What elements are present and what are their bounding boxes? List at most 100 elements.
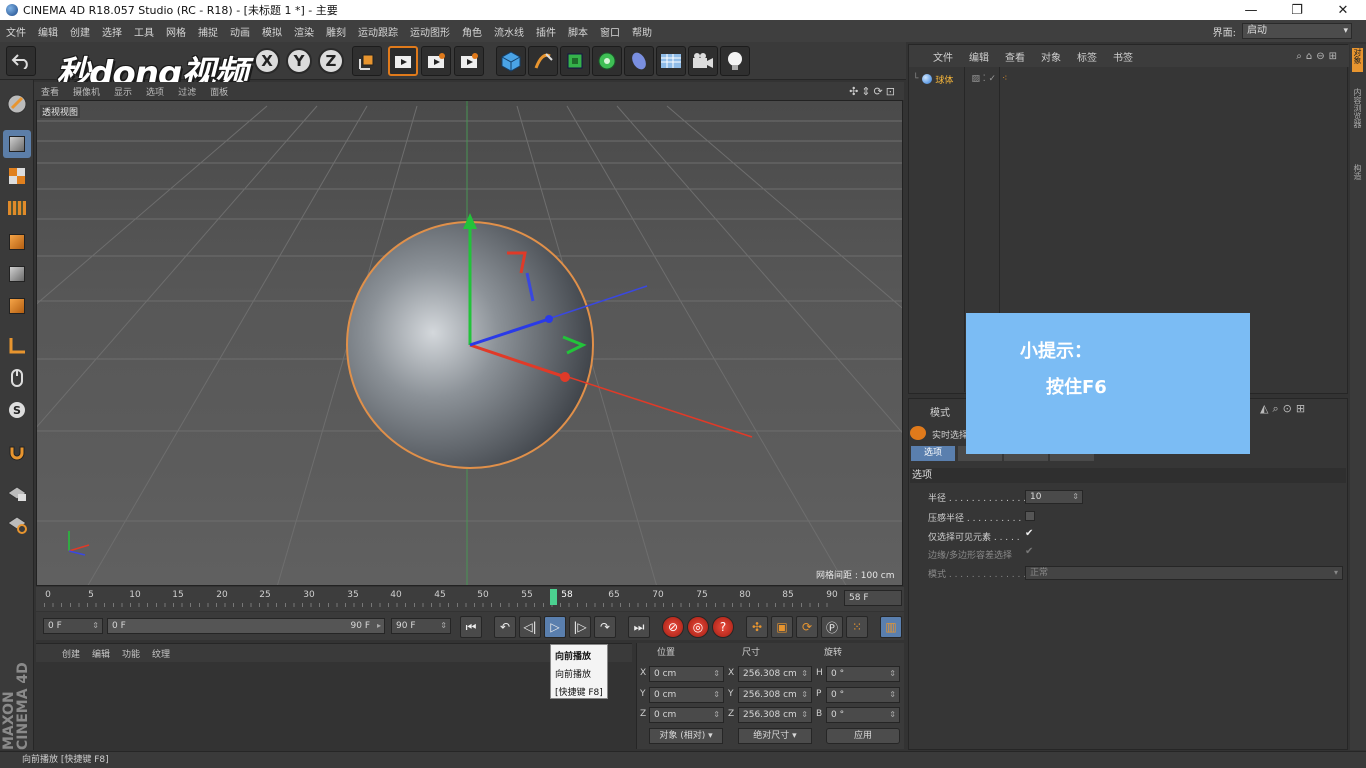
render-settings-icon[interactable] [454, 46, 484, 76]
tab-objects[interactable]: 对象 [1352, 48, 1363, 72]
next-frame-button[interactable]: |▷ [569, 616, 591, 638]
workplane-mode-icon[interactable] [3, 194, 31, 222]
rotation-p-field[interactable]: 0 ° ⇕ [826, 687, 900, 703]
pen-spline-icon[interactable] [528, 46, 558, 76]
x-axis-lock-button[interactable]: X [254, 48, 280, 74]
size-y-field[interactable]: 256.308 cm ⇕ [738, 687, 812, 703]
viewport-menu-display[interactable]: 显示 [107, 85, 139, 98]
position-x-field[interactable]: 0 cm ⇕ [649, 666, 724, 682]
camera-icon[interactable] [688, 46, 718, 76]
material-menu-function[interactable]: 功能 [116, 647, 146, 660]
current-frame-field[interactable]: 58 F [844, 590, 902, 606]
menu-simulate[interactable]: 模拟 [256, 24, 288, 39]
menu-mograph[interactable]: 运动图形 [404, 24, 456, 39]
keyframe-selection-button[interactable]: ? [712, 616, 734, 638]
object-menu-file[interactable]: 文件 [925, 49, 961, 64]
menu-animate[interactable]: 动画 [224, 24, 256, 39]
tweak-mode-icon[interactable] [3, 364, 31, 392]
cube-primitive-icon[interactable] [496, 46, 526, 76]
coordinate-mode-select[interactable]: 对象 (相对) ▾ [649, 728, 723, 744]
layout-select[interactable]: 启动 [1242, 23, 1352, 39]
go-to-start-button[interactable]: ⏮ [460, 616, 482, 638]
menu-pipeline[interactable]: 流水线 [488, 24, 530, 39]
attribute-toolbar-icons[interactable]: ◭⌕⊙⊞ [1260, 402, 1309, 416]
record-position-icon[interactable]: ✣ [746, 616, 768, 638]
timeline[interactable]: 0 5 10 15 20 25 30 35 40 45 50 55 65 70 … [36, 587, 904, 611]
workplane-lock-icon[interactable] [3, 478, 31, 506]
size-z-field[interactable]: 256.308 cm ⇕ [738, 707, 812, 723]
start-frame-field[interactable]: 0 F ⇕ [43, 618, 103, 634]
solo-mode-icon[interactable]: S [3, 396, 31, 424]
material-menu-edit[interactable]: 编辑 [86, 647, 116, 660]
visible-only-checkbox[interactable]: ✔ [1025, 529, 1035, 540]
viewport-navigation-icons[interactable]: ✣⇕⟳⊡ [849, 85, 904, 98]
record-scale-icon[interactable]: ▣ [771, 616, 793, 638]
workplane-rotate-icon[interactable] [3, 510, 31, 538]
rotation-b-field[interactable]: 0 ° ⇕ [826, 707, 900, 723]
menu-window[interactable]: 窗口 [594, 24, 626, 39]
radius-field[interactable]: 10 ⇕ [1025, 490, 1083, 504]
menu-script[interactable]: 脚本 [562, 24, 594, 39]
floor-scene-icon[interactable] [656, 46, 686, 76]
menu-edit[interactable]: 编辑 [32, 24, 64, 39]
coordinate-system-icon[interactable] [352, 46, 382, 76]
go-to-end-button[interactable]: ⏭ [628, 616, 650, 638]
mode-select[interactable]: 正常 ▾ [1025, 566, 1343, 580]
subdivision-surface-icon[interactable] [560, 46, 590, 76]
menu-file[interactable]: 文件 [0, 24, 32, 39]
edges-mode-icon[interactable] [3, 260, 31, 288]
record-active-objects-button[interactable]: ⊘ [662, 616, 684, 638]
tab-structure[interactable]: 构造 [1352, 164, 1363, 188]
menu-help[interactable]: 帮助 [626, 24, 658, 39]
minimize-button[interactable]: — [1228, 0, 1274, 20]
position-y-field[interactable]: 0 cm ⇕ [649, 687, 724, 703]
position-z-field[interactable]: 0 cm ⇕ [649, 707, 724, 723]
object-menu-tags[interactable]: 标签 [1069, 49, 1105, 64]
timeline-playhead[interactable] [550, 589, 557, 605]
perspective-viewport[interactable] [36, 100, 903, 586]
end-frame-field[interactable]: 90 F ⇕ [391, 618, 451, 634]
render-view-icon[interactable] [388, 46, 418, 76]
light-icon[interactable] [720, 46, 750, 76]
object-name[interactable]: 球体 [935, 73, 953, 86]
record-rotation-icon[interactable]: ⟳ [796, 616, 818, 638]
snap-magnet-icon[interactable] [3, 438, 31, 466]
size-mode-select[interactable]: 绝对尺寸 ▾ [738, 728, 812, 744]
material-menu-texture[interactable]: 纹理 [146, 647, 176, 660]
record-parameter-icon[interactable]: Ⓟ [821, 616, 843, 638]
record-point-level-icon[interactable]: ⁙ [846, 616, 868, 638]
attribute-mode-menu[interactable]: 模式 [930, 404, 950, 419]
axis-mode-icon[interactable] [3, 332, 31, 360]
y-axis-lock-button[interactable]: Y [286, 48, 312, 74]
menu-motion-tracking[interactable]: 运动跟踪 [352, 24, 404, 39]
z-axis-lock-button[interactable]: Z [318, 48, 344, 74]
visibility-toggle-icon[interactable]: ▨ ⁚ ✓ [971, 74, 996, 84]
maximize-button[interactable]: ❐ [1274, 0, 1320, 20]
polygons-mode-icon[interactable] [3, 292, 31, 320]
object-menu-edit[interactable]: 编辑 [961, 49, 997, 64]
edge-tolerance-checkbox[interactable]: ✔ [1025, 547, 1035, 558]
menu-create[interactable]: 创建 [64, 24, 96, 39]
menu-render[interactable]: 渲染 [288, 24, 320, 39]
object-row-sphere[interactable]: └ 球体 ▨ ⁚ ✓ ⁖ [913, 71, 1007, 87]
apply-button[interactable]: 应用 [826, 728, 900, 744]
deformer-icon[interactable] [624, 46, 654, 76]
rotation-h-field[interactable]: 0 ° ⇕ [826, 666, 900, 682]
size-x-field[interactable]: 256.308 cm ⇕ [738, 666, 812, 682]
frame-range-slider[interactable]: 0 F 90 F ▸ [107, 618, 385, 634]
render-to-picture-viewer-icon[interactable] [421, 46, 451, 76]
viewport-menu-view[interactable]: 查看 [34, 85, 66, 98]
object-manager-toolbar-icons[interactable]: ⌕⌂⊖⊞ [1288, 51, 1349, 62]
viewport-menu-cameras[interactable]: 摄像机 [66, 85, 107, 98]
model-mode-icon[interactable] [3, 130, 31, 158]
menu-plugins[interactable]: 插件 [530, 24, 562, 39]
cloner-icon[interactable] [592, 46, 622, 76]
menu-mesh[interactable]: 网格 [160, 24, 192, 39]
texture-mode-icon[interactable] [3, 162, 31, 190]
tab-content-browser[interactable]: 内容浏览器 [1352, 88, 1363, 138]
viewport-menu-filter[interactable]: 过滤 [171, 85, 203, 98]
phong-tag-icon[interactable]: ⁖ [1002, 74, 1007, 84]
tab-options[interactable]: 选项 [911, 446, 955, 461]
points-mode-icon[interactable] [3, 228, 31, 256]
object-menu-bookmarks[interactable]: 书签 [1105, 49, 1141, 64]
